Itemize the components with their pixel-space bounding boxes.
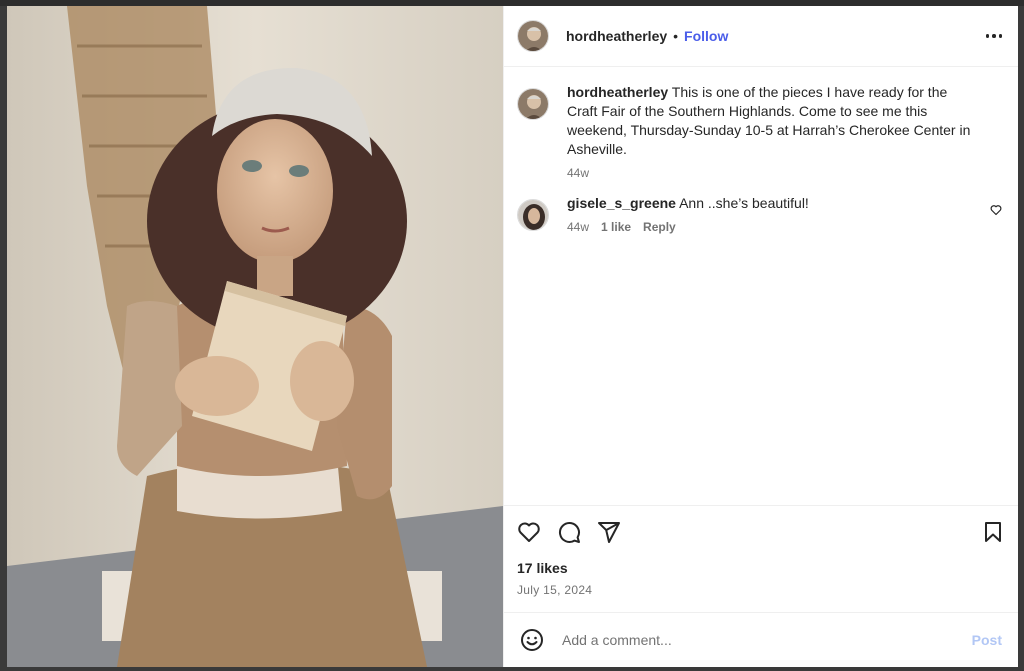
- heart-icon[interactable]: [990, 203, 1002, 221]
- comment-likes[interactable]: 1 like: [601, 220, 631, 234]
- like-icon[interactable]: [517, 520, 541, 544]
- comment-text: Ann ..she’s beautiful!: [679, 195, 809, 211]
- caption: hordheatherley This is one of the pieces…: [517, 83, 1002, 180]
- post-modal: hordheatherley • Follow hordheatherley T…: [7, 6, 1018, 667]
- separator-dot: •: [673, 28, 679, 44]
- comment-composer: Post: [504, 612, 1018, 667]
- save-icon[interactable]: [981, 520, 1005, 544]
- share-icon[interactable]: [597, 520, 621, 544]
- comment-item: gisele_s_greene Ann ..she’s beautiful! 4…: [517, 194, 1002, 234]
- more-options-icon[interactable]: [985, 34, 1002, 38]
- post-date[interactable]: July 15, 2024: [517, 583, 1005, 597]
- author-avatar[interactable]: [517, 20, 549, 52]
- comment-icon[interactable]: [557, 520, 581, 544]
- comment-input[interactable]: [560, 631, 972, 649]
- comment-username[interactable]: gisele_s_greene: [567, 195, 676, 211]
- post-header: hordheatherley • Follow: [504, 6, 1018, 67]
- post-actions: 17 likes July 15, 2024: [504, 505, 1018, 612]
- reply-button[interactable]: Reply: [643, 220, 676, 234]
- likes-count[interactable]: 17 likes: [517, 560, 1005, 576]
- post-photo: [7, 6, 503, 667]
- post-side-panel: hordheatherley • Follow hordheatherley T…: [503, 6, 1018, 667]
- caption-avatar[interactable]: [517, 88, 549, 120]
- caption-time[interactable]: 44w: [567, 166, 589, 180]
- commenter-avatar[interactable]: [517, 199, 549, 231]
- comment-time[interactable]: 44w: [567, 220, 589, 234]
- comments-list: hordheatherley This is one of the pieces…: [504, 67, 1018, 505]
- emoji-icon[interactable]: [520, 628, 544, 652]
- caption-username[interactable]: hordheatherley: [567, 84, 668, 100]
- post-button[interactable]: Post: [972, 632, 1002, 648]
- author-username[interactable]: hordheatherley: [566, 28, 667, 44]
- follow-button[interactable]: Follow: [684, 28, 728, 44]
- doll-photo-illustration: [7, 6, 503, 667]
